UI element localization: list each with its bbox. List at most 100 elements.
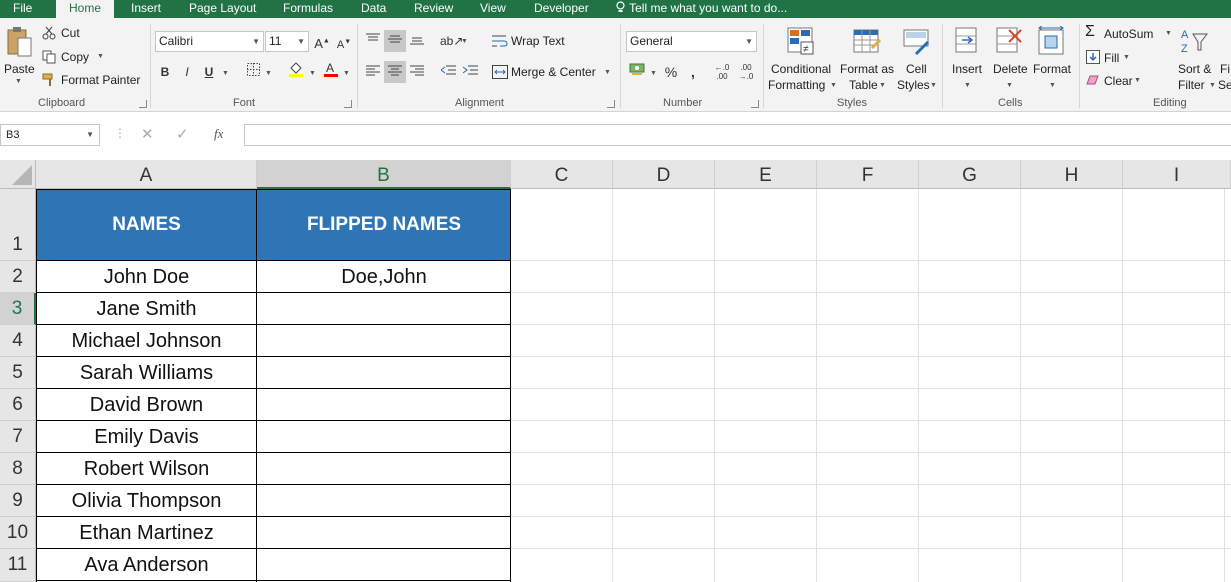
increase-decimal-button[interactable]: ←.0.00 [711, 61, 733, 83]
tab-file[interactable]: File [13, 0, 32, 18]
underline-button[interactable]: U [198, 61, 220, 83]
format-cells-button[interactable]: Format ▼ [1032, 26, 1074, 96]
decrease-decimal-button[interactable]: .00 →.0 [735, 61, 757, 83]
row-header[interactable]: 5 [0, 357, 36, 389]
chevron-down-icon[interactable]: ▼ [222, 70, 229, 77]
select-all-corner[interactable] [0, 160, 36, 189]
orientation-button[interactable]: ab↗ [440, 30, 463, 52]
format-painter-button[interactable]: Format Painter [42, 71, 142, 89]
cell-a-name[interactable]: Emily Davis [36, 421, 257, 453]
cell-b-flipped[interactable] [257, 485, 511, 517]
row-header[interactable]: 11 [0, 549, 36, 582]
decrease-indent-button[interactable] [437, 61, 459, 83]
cell-a-name[interactable]: Ava Anderson [36, 549, 257, 581]
borders-button[interactable] [242, 61, 264, 83]
font-size-combo[interactable]: 11 ▼ [265, 31, 309, 52]
column-header[interactable]: C [511, 160, 613, 189]
worksheet-grid[interactable]: A B C D E F G H I 1 2 3 4 5 6 7 8 9 10 1… [0, 160, 1231, 582]
find-select-button[interactable]: Fi Se [1218, 26, 1231, 96]
insert-cells-button[interactable]: Insert ▼ [948, 26, 988, 96]
column-header[interactable]: I [1123, 160, 1231, 189]
alignment-launcher-icon[interactable] [607, 100, 615, 108]
align-left-button[interactable] [362, 61, 384, 83]
italic-button[interactable]: I [176, 61, 198, 83]
chevron-down-icon[interactable]: ▼ [265, 70, 272, 77]
row-header[interactable]: 8 [0, 453, 36, 485]
formula-input[interactable] [244, 124, 1231, 146]
bold-button[interactable]: B [154, 61, 176, 83]
tab-developer[interactable]: Developer [534, 0, 589, 18]
number-launcher-icon[interactable] [751, 100, 759, 108]
clear-button[interactable]: Clear ▼ [1085, 71, 1145, 91]
cell-b1-header[interactable]: FLIPPED NAMES [257, 189, 511, 261]
cell-b-flipped[interactable] [257, 453, 511, 485]
format-as-table-button[interactable]: Format as Table ▼ [838, 26, 896, 96]
cell-a-name[interactable]: Jane Smith [36, 293, 257, 325]
cell-b-flipped[interactable]: Doe,John [257, 261, 511, 293]
font-name-combo[interactable]: Calibri ▼ [155, 31, 264, 52]
tab-home[interactable]: Home [56, 0, 114, 19]
tab-review[interactable]: Review [414, 0, 453, 18]
conditional-formatting-button[interactable]: ≠ Conditional Formatting ▼ [766, 26, 837, 96]
bottom-align-button[interactable] [406, 30, 428, 52]
enter-check-icon[interactable]: ✓ [176, 125, 189, 143]
middle-align-button[interactable] [384, 30, 406, 52]
column-header[interactable]: H [1021, 160, 1123, 189]
accounting-format-button[interactable] [626, 61, 648, 83]
row-header[interactable]: 10 [0, 517, 36, 549]
row-header[interactable]: 2 [0, 261, 36, 293]
align-right-button[interactable] [406, 61, 428, 83]
top-align-button[interactable] [362, 30, 384, 52]
shrink-font-button[interactable]: A▼ [333, 31, 355, 53]
fill-color-button[interactable] [285, 61, 307, 83]
copy-button[interactable]: Copy ▼ [42, 48, 112, 66]
row-header[interactable]: 3 [0, 293, 36, 325]
chevron-down-icon[interactable]: ▼ [650, 70, 657, 77]
tab-insert[interactable]: Insert [131, 0, 161, 18]
chevron-down-icon[interactable]: ▼ [461, 38, 468, 45]
insert-function-button[interactable]: fx [214, 126, 223, 142]
wrap-text-button[interactable]: Wrap Text [492, 32, 572, 52]
column-header[interactable]: D [613, 160, 715, 189]
tab-view[interactable]: View [480, 0, 506, 18]
delete-cells-button[interactable]: Delete ▼ [990, 26, 1030, 96]
row-header[interactable]: 9 [0, 485, 36, 517]
row-header[interactable]: 7 [0, 421, 36, 453]
cell-a-name[interactable]: Robert Wilson [36, 453, 257, 485]
cell-a-name[interactable]: Olivia Thompson [36, 485, 257, 517]
cancel-icon[interactable]: ✕ [141, 125, 154, 143]
paste-button[interactable]: Paste ▼ [3, 26, 35, 90]
tab-data[interactable]: Data [361, 0, 386, 18]
column-header[interactable]: B [257, 160, 511, 189]
cell-b-flipped[interactable] [257, 517, 511, 549]
font-launcher-icon[interactable] [344, 100, 352, 108]
column-header[interactable]: F [817, 160, 919, 189]
row-header[interactable]: 4 [0, 325, 36, 357]
column-header[interactable]: G [919, 160, 1021, 189]
comma-style-button[interactable]: , [682, 61, 704, 83]
tell-me-box[interactable]: Tell me what you want to do... [615, 0, 787, 18]
tab-page-layout[interactable]: Page Layout [189, 0, 256, 18]
cell-styles-button[interactable]: Cell Styles ▼ [895, 26, 939, 96]
cell-b-flipped[interactable] [257, 389, 511, 421]
grow-font-button[interactable]: A▲ [311, 31, 333, 53]
chevron-down-icon[interactable]: ▼ [343, 70, 350, 77]
cut-button[interactable]: Cut [42, 24, 102, 42]
autosum-button[interactable]: Σ AutoSum ▼ [1085, 23, 1175, 44]
number-format-combo[interactable]: General ▼ [626, 31, 757, 52]
sort-filter-button[interactable]: AZ Sort & Filter ▼ [1176, 26, 1218, 96]
merge-center-button[interactable]: Merge & Center ▼ [492, 63, 612, 83]
cell-b-flipped[interactable] [257, 357, 511, 389]
cell-a-name[interactable]: David Brown [36, 389, 257, 421]
name-box[interactable]: B3 ▼ [0, 124, 100, 146]
tab-formulas[interactable]: Formulas [283, 0, 333, 18]
align-center-button[interactable] [384, 61, 406, 83]
cell-b-flipped[interactable] [257, 421, 511, 453]
percent-style-button[interactable]: % [660, 61, 682, 83]
row-header[interactable]: 6 [0, 389, 36, 421]
cell-a1-header[interactable]: NAMES [36, 189, 257, 261]
row-header[interactable]: 1 [0, 189, 36, 261]
fill-button[interactable]: Fill ▼ [1085, 48, 1145, 68]
cell-a-name[interactable]: John Doe [36, 261, 257, 293]
font-color-button[interactable]: A [320, 61, 342, 83]
